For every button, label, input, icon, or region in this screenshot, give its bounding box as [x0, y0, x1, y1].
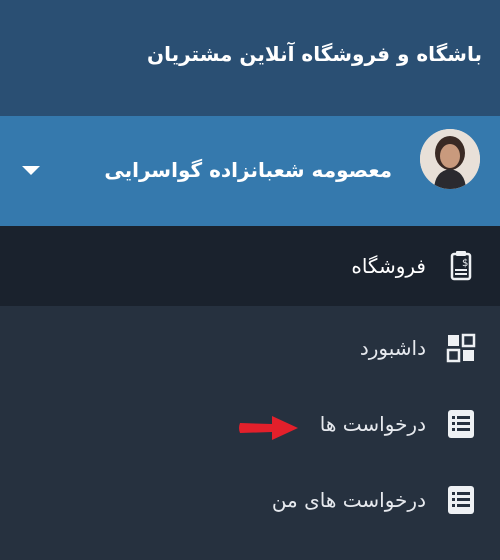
list-icon [448, 486, 474, 514]
sidebar-item-label: داشبورد [359, 336, 426, 360]
user-panel[interactable]: معصومه شعبانزاده گواسرایی [0, 116, 500, 226]
app-title: باشگاه و فروشگاه آنلاین مشتریان [147, 42, 482, 66]
sidebar-header: باشگاه و فروشگاه آنلاین مشتریان [0, 0, 500, 116]
svg-text:$: $ [462, 258, 468, 269]
dashboard-grid-icon [446, 333, 476, 363]
avatar-image [420, 129, 480, 189]
annotation-arrow-icon [239, 416, 298, 440]
receipt-icon: $ [450, 251, 472, 281]
user-avatar[interactable] [420, 129, 480, 189]
sidebar-item-label: درخواست های من [271, 488, 426, 512]
user-name: معصومه شعبانزاده گواسرایی [104, 158, 392, 182]
sidebar-item-label: فروشگاه [351, 254, 426, 278]
list-icon [448, 410, 474, 438]
sidebar-item-label: درخواست ها [319, 412, 426, 436]
sidebar-item-my-requests[interactable]: درخواست های من [0, 465, 500, 535]
sidebar-item-dashboard[interactable]: داشبورد [0, 313, 500, 383]
chevron-down-icon[interactable] [22, 166, 40, 175]
sidebar-item-store[interactable]: $ فروشگاه [0, 226, 500, 306]
